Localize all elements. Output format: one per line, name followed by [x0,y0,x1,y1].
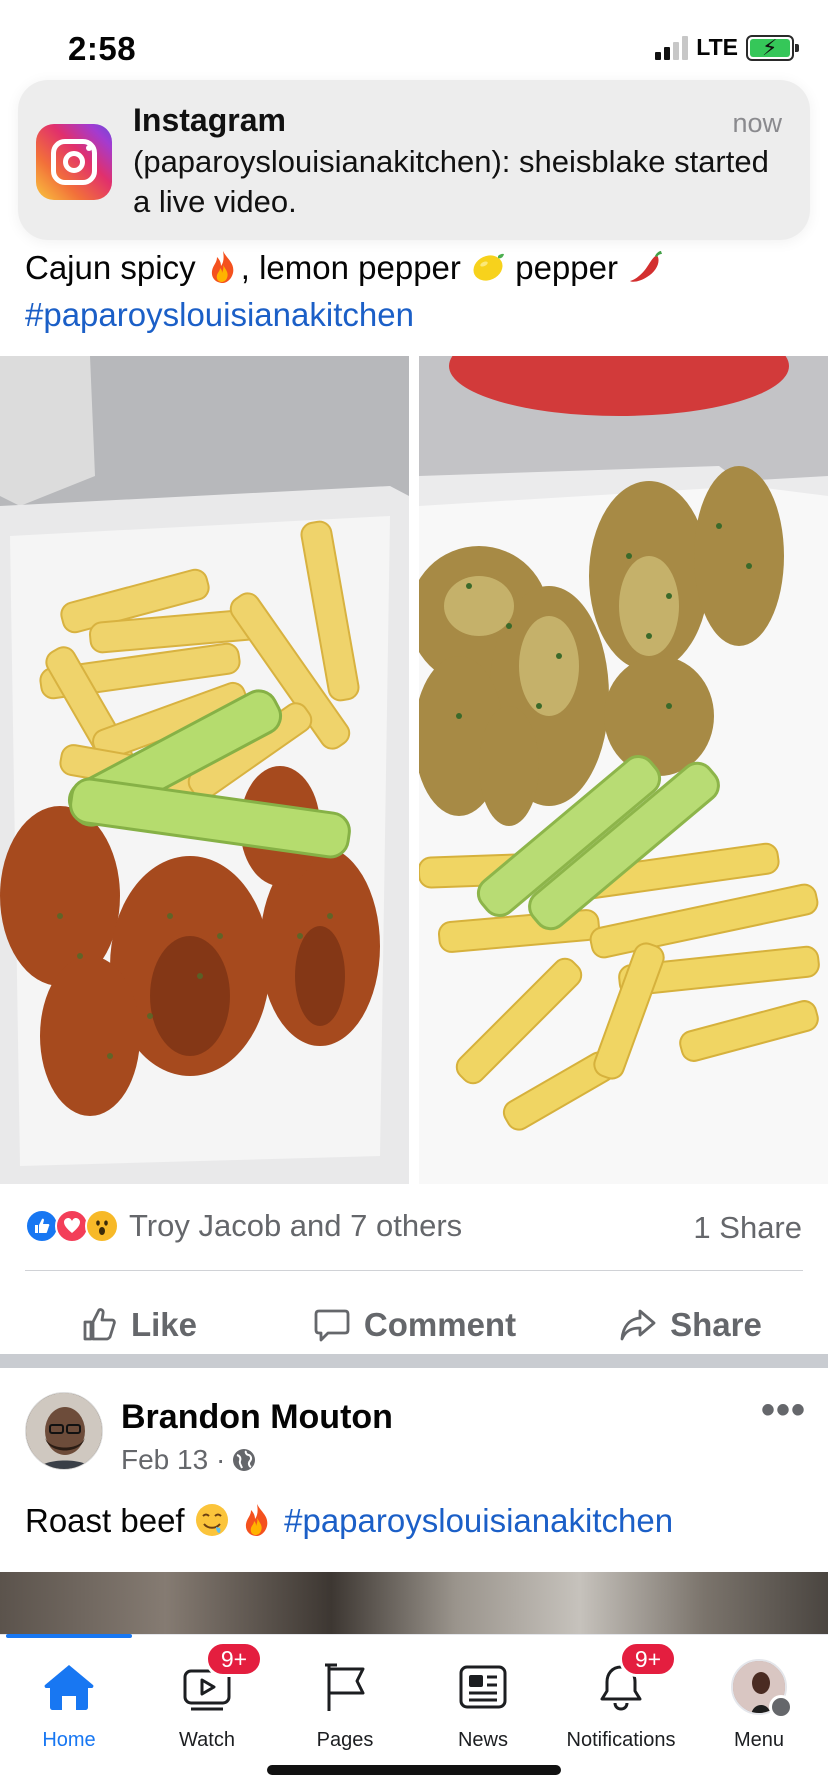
notification-time: now [732,108,782,138]
status-time: 2:58 [68,30,137,67]
network-label: LTE [696,34,738,60]
tab-notifications[interactable]: 9+ Notifications [552,1641,690,1751]
wow-reaction-icon [85,1209,119,1243]
divider [25,1270,803,1271]
drooling-face-emoji-icon [195,1504,228,1536]
author-name[interactable]: Brandon Mouton [121,1398,393,1437]
reaction-names[interactable]: Troy Jacob and 7 others [129,1208,462,1244]
hashtag-link[interactable]: #paparoyslouisianakitchen [284,1502,673,1539]
tab-label: News [457,1729,508,1751]
hot-pepper-emoji-icon [630,251,663,282]
love-reaction-icon [55,1209,89,1243]
instagram-icon [36,124,112,200]
news-icon [459,1665,507,1709]
share-label: Share [670,1306,762,1343]
battery-icon: ⚡ [746,34,799,61]
post-meta: Feb 13 · [121,1444,257,1476]
notification-badge: 9+ [205,1641,263,1677]
roast-beef-photo[interactable] [0,1572,828,1634]
hashtag-link[interactable]: #paparoyslouisianakitchen [25,296,414,333]
comment-button[interactable]: Comment [276,1286,552,1364]
tab-label: Home [42,1729,96,1751]
tab-menu[interactable]: Menu [690,1651,828,1751]
author-avatar[interactable] [25,1392,103,1470]
tab-pages[interactable]: Pages [276,1651,414,1751]
fire-emoji-icon [245,1504,268,1536]
caption-text: , lemon pepper [240,249,471,286]
wings-fries-celery-photo[interactable] [0,356,409,1184]
feed-separator [0,1354,828,1368]
share-icon [620,1309,656,1341]
post-photo-grid[interactable] [0,356,828,1184]
like-button[interactable]: Like [0,1286,276,1364]
share-button[interactable]: Share [552,1286,828,1364]
active-tab-indicator [6,1634,132,1638]
post-date[interactable]: Feb 13 · [121,1444,225,1476]
home-icon [44,1665,94,1710]
home-indicator[interactable] [267,1765,561,1775]
tab-label: Watch [179,1729,235,1751]
post-action-bar: Like Comment Share [0,1286,828,1364]
post-caption: Cajun spicy , lemon pepper pepper #papar… [25,244,815,338]
fire-emoji-icon [211,251,234,283]
post-caption: Roast beef #paparoyslouisianakitchen [25,1502,673,1540]
notification-app-name: Instagram [133,102,286,138]
tab-label: Notifications [566,1729,676,1751]
comment-icon [314,1309,350,1342]
like-label: Like [130,1306,198,1343]
lemon-emoji-icon [473,253,505,281]
menu-lines-icon [769,1695,793,1719]
status-indicators: LTE ⚡ [655,34,799,61]
more-options-button[interactable]: ••• [761,1390,806,1430]
notification-badge: 9+ [619,1641,677,1677]
caption-text: pepper [506,249,628,286]
signal-icon [655,35,689,60]
flag-icon [325,1663,365,1711]
tab-label: Menu [733,1729,785,1751]
comment-label: Comment [363,1306,517,1343]
tab-watch[interactable]: 9+ Watch [138,1641,276,1751]
globe-icon [233,1449,256,1471]
caption-text: Cajun spicy [25,249,205,286]
instagram-notification-banner[interactable]: Instagram now (paparoyslouisianakitchen)… [18,80,810,240]
lemon-pepper-wings-fries-photo[interactable] [419,356,828,1184]
tab-home[interactable]: Home [0,1651,138,1751]
share-count[interactable]: 1 Share [693,1210,802,1246]
caption-text: Roast beef [25,1502,194,1539]
reaction-summary[interactable]: Troy Jacob and 7 others [25,1208,462,1244]
tab-news[interactable]: News [414,1651,552,1751]
notification-message: (paparoyslouisianakitchen): sheisblake s… [133,144,769,219]
thumbs-up-icon [83,1308,116,1341]
tab-label: Pages [316,1729,374,1751]
like-reaction-icon [25,1209,59,1243]
